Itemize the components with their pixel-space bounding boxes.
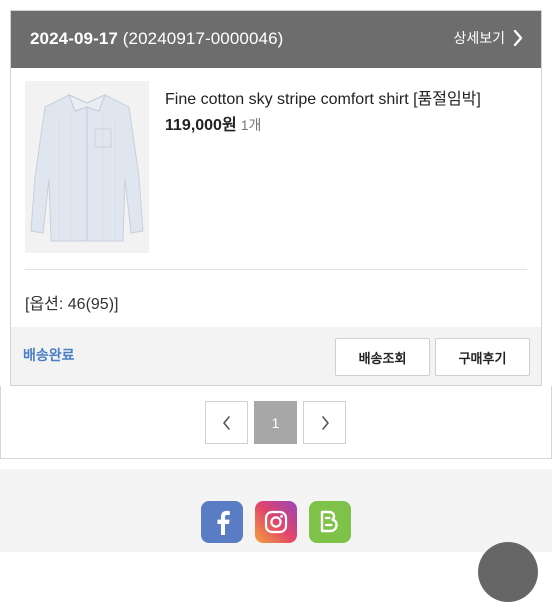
track-delivery-button[interactable]: 배송조회 [335,338,430,376]
floating-action-button[interactable] [478,542,538,602]
order-date-text: 2024-09-17 [30,29,118,48]
chevron-left-icon [222,415,230,430]
page-button-current[interactable]: 1 [254,401,297,444]
instagram-icon [264,510,288,534]
detail-link-label: 상세보기 [453,30,505,46]
facebook-link[interactable] [201,501,243,543]
blog-icon [320,510,338,533]
order-card: 2024-09-17 (20240917-0000046) 상세보기 Fine … [10,10,542,386]
product-name[interactable]: Fine cotton sky stripe comfort shirt [품절… [165,85,481,109]
order-number: (20240917-0000046) [122,29,284,48]
facebook-icon [217,510,230,535]
shirt-icon [25,81,149,253]
pagination: 1 [205,401,346,444]
order-header: 2024-09-17 (20240917-0000046) 상세보기 [11,11,541,68]
next-page-button[interactable] [303,401,346,444]
product-price: 119,000원 1개 [165,111,261,135]
instagram-link[interactable] [255,501,297,543]
chevron-right-icon [513,30,523,46]
product-option: [옵션: 46(95)] [25,296,119,313]
product-quantity: 1개 [240,117,262,133]
product-image[interactable] [25,81,149,253]
detail-link[interactable]: 상세보기 [453,28,523,48]
delivery-status: 배송완료 [23,347,75,363]
product-price-value: 119,000원 [165,117,237,134]
section-border-left [0,386,1,458]
order-date: 2024-09-17 (20240917-0000046) [30,29,283,49]
divider [25,269,527,270]
blog-link[interactable] [309,501,351,543]
order-footer: 배송완료 배송조회 구매후기 [11,327,541,385]
chevron-right-icon [321,415,329,430]
write-review-button[interactable]: 구매후기 [435,338,530,376]
section-border-bottom [0,458,552,459]
prev-page-button[interactable] [205,401,248,444]
